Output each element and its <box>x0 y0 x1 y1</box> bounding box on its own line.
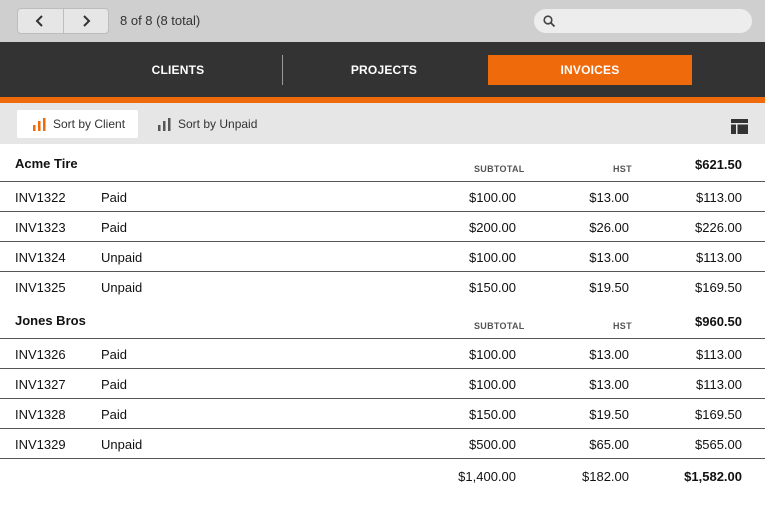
search-input[interactable] <box>562 14 742 28</box>
invoice-id: INV1328 <box>15 407 66 422</box>
invoice-hst: $26.00 <box>589 220 629 235</box>
invoice-status: Paid <box>101 347 128 362</box>
invoice-hst: $19.50 <box>589 280 629 295</box>
invoice-status: Paid <box>101 407 128 422</box>
invoice-hst: $19.50 <box>589 407 629 422</box>
subtotal-column-label: SUBTOTAL <box>474 321 525 331</box>
invoice-subtotal: $100.00 <box>469 347 516 362</box>
invoice-id: INV1324 <box>15 250 66 265</box>
table-row[interactable]: INV1326 Paid $100.00 $13.00 $113.00 <box>0 338 765 368</box>
invoice-hst: $13.00 <box>589 190 629 205</box>
chevron-right-icon <box>83 15 91 27</box>
invoice-subtotal: $500.00 <box>469 437 516 452</box>
sort-by-client-button[interactable]: Sort by Client <box>17 110 138 138</box>
tab-invoices[interactable]: INVOICES <box>488 55 692 85</box>
layout-toggle-icon[interactable] <box>731 119 748 134</box>
tab-projects[interactable]: PROJECTS <box>283 55 485 85</box>
table-row[interactable]: INV1322 Paid $100.00 $13.00 $113.00 <box>0 181 765 211</box>
invoice-subtotal: $100.00 <box>469 190 516 205</box>
invoice-total: $226.00 <box>695 220 742 235</box>
bar-chart-icon <box>33 117 46 131</box>
invoice-total: $113.00 <box>695 190 742 205</box>
client-total: $960.50 <box>695 314 742 329</box>
main-tab-bar: CLIENTS PROJECTS INVOICES <box>0 42 765 97</box>
top-toolbar: 8 of 8 (8 total) <box>0 0 765 42</box>
invoice-total: $169.50 <box>695 280 742 295</box>
invoice-hst: $13.00 <box>589 377 629 392</box>
table-row[interactable]: INV1328 Paid $150.00 $19.50 $169.50 <box>0 398 765 428</box>
grand-hst: $182.00 <box>582 469 629 484</box>
nav-button-group <box>17 8 109 34</box>
invoice-hst: $13.00 <box>589 347 629 362</box>
client-name: Acme Tire <box>15 156 78 171</box>
invoice-subtotal: $100.00 <box>469 250 516 265</box>
invoice-subtotal: $150.00 <box>469 280 516 295</box>
next-button[interactable] <box>62 9 108 33</box>
invoice-id: INV1329 <box>15 437 66 452</box>
invoice-status: Paid <box>101 190 128 205</box>
grand-total: $1,582.00 <box>684 469 742 484</box>
client-group-header: Jones Bros SUBTOTAL HST $960.50 <box>0 301 765 339</box>
sort-by-client-label: Sort by Client <box>53 117 126 131</box>
invoice-id: INV1322 <box>15 190 66 205</box>
invoice-subtotal: $200.00 <box>469 220 516 235</box>
sort-by-unpaid-label: Sort by Unpaid <box>178 117 258 131</box>
sort-bar: Sort by Client Sort by Unpaid <box>0 103 765 144</box>
subtotal-column-label: SUBTOTAL <box>474 164 525 174</box>
client-name: Jones Bros <box>15 313 86 328</box>
table-row[interactable]: INV1323 Paid $200.00 $26.00 $226.00 <box>0 211 765 241</box>
bar-chart-icon <box>158 117 171 131</box>
invoice-id: INV1325 <box>15 280 66 295</box>
tab-clients[interactable]: CLIENTS <box>75 55 281 85</box>
search-icon <box>543 14 556 27</box>
invoice-total: $169.50 <box>695 407 742 422</box>
previous-button[interactable] <box>18 9 63 33</box>
invoice-total: $113.00 <box>695 377 742 392</box>
invoice-id: INV1327 <box>15 377 66 392</box>
chevron-left-icon <box>36 15 44 27</box>
invoice-status: Paid <box>101 377 128 392</box>
invoice-total: $113.00 <box>695 347 742 362</box>
invoice-total: $565.00 <box>695 437 742 452</box>
invoice-hst: $13.00 <box>589 250 629 265</box>
record-counter: 8 of 8 (8 total) <box>120 13 201 28</box>
invoice-status: Unpaid <box>101 280 143 295</box>
invoice-id: INV1326 <box>15 347 66 362</box>
table-row[interactable]: INV1327 Paid $100.00 $13.00 $113.00 <box>0 368 765 398</box>
invoice-subtotal: $150.00 <box>469 407 516 422</box>
table-row[interactable]: INV1324 Unpaid $100.00 $13.00 $113.00 <box>0 241 765 271</box>
invoice-id: INV1323 <box>15 220 66 235</box>
invoice-hst: $65.00 <box>589 437 629 452</box>
client-group-header: Acme Tire SUBTOTAL HST $621.50 <box>0 144 765 182</box>
table-row[interactable]: INV1325 Unpaid $150.00 $19.50 $169.50 <box>0 271 765 301</box>
hst-column-label: HST <box>613 164 632 174</box>
search-box[interactable] <box>534 9 752 33</box>
grand-totals-row: $1,400.00 $182.00 $1,582.00 <box>0 458 765 494</box>
hst-column-label: HST <box>613 321 632 331</box>
client-total: $621.50 <box>695 157 742 172</box>
invoice-status: Unpaid <box>101 437 143 452</box>
invoice-subtotal: $100.00 <box>469 377 516 392</box>
invoice-status: Paid <box>101 220 128 235</box>
sort-by-unpaid-button[interactable]: Sort by Unpaid <box>150 110 270 138</box>
grand-subtotal: $1,400.00 <box>458 469 516 484</box>
table-row[interactable]: INV1329 Unpaid $500.00 $65.00 $565.00 <box>0 428 765 458</box>
invoice-total: $113.00 <box>695 250 742 265</box>
invoice-status: Unpaid <box>101 250 143 265</box>
